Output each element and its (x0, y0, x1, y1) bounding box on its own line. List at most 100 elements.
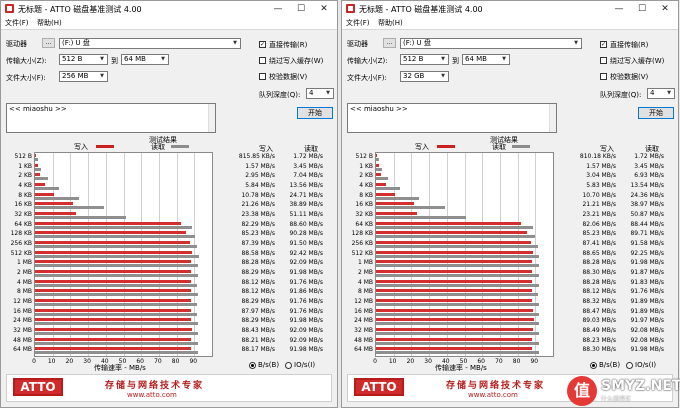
transfer-from-select[interactable]: 512 B ▼ (400, 54, 449, 65)
io-per-sec-radio[interactable] (626, 362, 633, 369)
write-bar (376, 260, 533, 264)
read-bar (376, 196, 420, 200)
file-size-select[interactable]: 32 GB ▼ (400, 71, 449, 82)
legend-read-swatch (171, 145, 189, 148)
legend-write-swatch (437, 145, 455, 148)
read-value: 3.45 MB/s (634, 162, 664, 170)
transfer-to-select[interactable]: 64 MB ▼ (121, 54, 169, 65)
write-bar (376, 212, 418, 215)
transfer-size-label: 传输大小(Z): (6, 57, 47, 65)
bytes-per-sec-radio[interactable] (249, 362, 256, 369)
direct-io-checkbox[interactable]: ✓ (600, 41, 607, 48)
row-size-label: 4 KB (359, 182, 373, 189)
verify-data-checkbox-label: 校验数据(V) (269, 73, 308, 81)
minimize-button[interactable]: — (608, 2, 630, 16)
read-value: 92.09 MB/s (289, 327, 323, 334)
write-bar (376, 202, 414, 206)
read-value: 92.08 MB/s (630, 327, 664, 334)
write-bar (35, 183, 46, 186)
description-scrollbar[interactable] (208, 104, 215, 132)
menu-help[interactable]: 帮助(H) (378, 18, 403, 28)
menu-file[interactable]: 文件(F) (5, 18, 29, 28)
queue-depth-value: 4 (309, 89, 314, 97)
maximize-button[interactable]: ☐ (290, 2, 312, 16)
row-size-label: 12 MB (13, 298, 32, 305)
close-button[interactable]: ✕ (313, 2, 335, 16)
read-bar (376, 167, 383, 171)
menu-file[interactable]: 文件(F) (346, 18, 370, 28)
row-size-label: 4 MB (16, 278, 32, 286)
queue-depth-select[interactable]: 4 ▼ (306, 88, 334, 99)
x-tick-label: 90 (189, 358, 198, 365)
read-value: 38.97 MB/s (630, 201, 664, 209)
verify-data-checkbox[interactable] (600, 73, 607, 80)
atto-banner[interactable]: ATTO 存储与网络技术专家 www.atto.com (6, 374, 332, 402)
row-size-label: 128 KB (10, 230, 32, 238)
banner-url[interactable]: www.atto.com (127, 391, 177, 399)
file-size-select[interactable]: 256 MB ▼ (59, 71, 108, 82)
drive-select[interactable]: (F:) U 盘 ▼ (59, 38, 241, 49)
start-button[interactable]: 开始 (297, 107, 333, 119)
io-per-sec-radio[interactable] (285, 362, 292, 369)
browse-button[interactable]: ... (383, 38, 396, 48)
write-value: 21.26 MB/s (241, 201, 275, 209)
read-bar (35, 283, 198, 287)
read-value: 91.76 MB/s (630, 288, 664, 296)
direct-io-checkbox[interactable]: ✓ (259, 41, 266, 48)
description-text: << miaoshu >> (9, 105, 67, 113)
write-bar (35, 328, 192, 331)
banner-url[interactable]: www.atto.com (468, 391, 518, 399)
write-bar (376, 328, 533, 331)
write-bar (35, 231, 186, 235)
write-bar (35, 163, 38, 167)
browse-button[interactable]: ... (42, 38, 55, 48)
queue-depth-select[interactable]: 4 ▼ (647, 88, 675, 99)
write-value: 88.12 MB/s (241, 278, 275, 286)
row-size-label: 256 KB (351, 240, 373, 247)
chevron-down-icon: ▼ (161, 56, 165, 62)
read-value: 91.83 MB/s (630, 278, 664, 286)
file-size-label: 文件大小(F): (6, 74, 46, 82)
transfer-from-select[interactable]: 512 B ▼ (59, 54, 108, 65)
write-bar (35, 279, 191, 283)
write-bar (35, 270, 192, 273)
transfer-size-label: 传输大小(Z): (347, 57, 388, 65)
write-value: 88.58 MB/s (241, 249, 275, 257)
title-bar: 无标题 - ATTO 磁盘基准测试 4.00 — ☐ ✕ (342, 1, 678, 17)
bypass-cache-checkbox[interactable] (259, 57, 266, 64)
row-size-label: 48 MB (354, 336, 373, 344)
chevron-down-icon: ▼ (574, 40, 578, 46)
maximize-button[interactable]: ☐ (631, 2, 653, 16)
read-value: 50.87 MB/s (630, 211, 664, 218)
read-value: 92.09 MB/s (289, 259, 323, 267)
read-bar (376, 206, 445, 210)
bytes-per-sec-radio[interactable] (590, 362, 597, 369)
write-value: 88.29 MB/s (241, 298, 275, 305)
write-value: 87.97 MB/s (241, 307, 275, 315)
minimize-button[interactable]: — (267, 2, 289, 16)
write-bar (35, 173, 41, 177)
read-bar (376, 254, 540, 258)
write-bar (35, 299, 192, 302)
start-button[interactable]: 开始 (638, 107, 674, 119)
read-value: 89.71 MB/s (630, 230, 664, 238)
read-bar (35, 158, 38, 161)
description-textarea[interactable]: << miaoshu >> (347, 103, 557, 133)
description-textarea[interactable]: << miaoshu >> (6, 103, 216, 133)
verify-data-checkbox[interactable] (259, 73, 266, 80)
description-scrollbar[interactable] (549, 104, 556, 132)
read-value: 1.72 MB/s (293, 153, 323, 160)
write-bar (376, 163, 379, 167)
bypass-cache-checkbox[interactable] (600, 57, 607, 64)
bypass-cache-checkbox-label: 绕过写入缓存(W) (269, 57, 324, 65)
read-bar (35, 254, 199, 258)
menu-help[interactable]: 帮助(H) (37, 18, 62, 28)
transfer-to-select[interactable]: 64 MB ▼ (462, 54, 510, 65)
read-value: 91.98 MB/s (630, 259, 664, 267)
close-button[interactable]: ✕ (654, 2, 676, 16)
drive-select[interactable]: (F:) U 盘 ▼ (400, 38, 582, 49)
write-value: 10.78 MB/s (241, 191, 275, 199)
watermark-sub: 什么值得买 (601, 396, 632, 403)
read-value: 91.97 MB/s (630, 317, 664, 325)
read-bar (376, 187, 400, 190)
